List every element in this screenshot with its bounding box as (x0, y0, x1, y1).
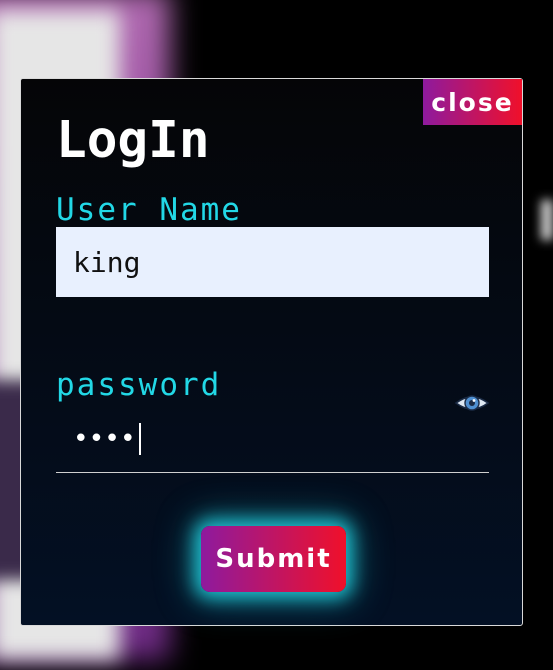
close-button[interactable]: close (423, 79, 522, 125)
password-label: password (56, 367, 222, 403)
username-input[interactable]: king (56, 227, 489, 297)
background-shape-right (541, 200, 553, 240)
password-input[interactable]: •••• (56, 415, 489, 473)
login-dialog: close LogIn User Name king password ••••… (20, 78, 523, 626)
text-caret (138, 423, 141, 455)
eye-icon[interactable] (454, 389, 490, 417)
username-label: User Name (56, 192, 242, 228)
dialog-title: LogIn (56, 111, 210, 170)
password-masked-text: •••• (73, 423, 141, 455)
password-dots: •••• (73, 424, 136, 454)
submit-button[interactable]: Submit (201, 526, 346, 592)
